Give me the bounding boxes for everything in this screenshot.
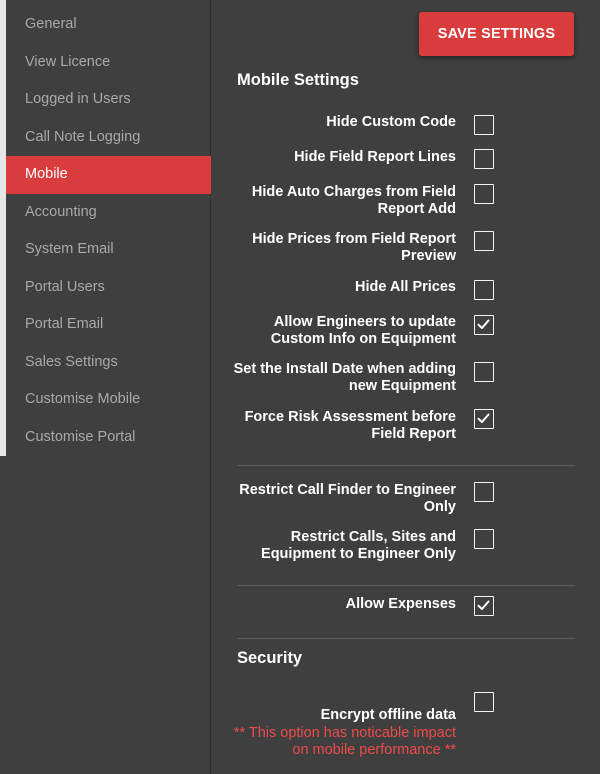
allow-engineers-custom-info-checkbox[interactable] [474,315,494,335]
setting-label: Hide Prices from Field Report Preview [252,231,456,264]
section-divider [237,585,575,586]
sidebar-item-logged-in-users[interactable]: Logged in Users [6,81,211,119]
setting-label: Encrypt offline data [320,707,456,723]
hide-field-report-lines-checkbox[interactable] [474,149,494,169]
settings-sidebar: General View Licence Logged in Users Cal… [0,0,211,774]
hide-custom-code-checkbox[interactable] [474,115,494,135]
section-divider [237,465,575,466]
save-settings-button[interactable]: SAVE SETTINGS [419,12,574,56]
checkmark-icon [477,319,490,329]
hide-all-prices-checkbox[interactable] [474,280,494,300]
settings-main-panel: SAVE SETTINGS Mobile Settings Hide Custo… [212,0,600,774]
force-risk-assessment-checkbox[interactable] [474,409,494,429]
sidebar-item-customise-portal[interactable]: Customise Portal [6,419,211,457]
set-install-date-checkbox[interactable] [474,362,494,382]
sidebar-item-accounting[interactable]: Accounting [6,194,211,232]
section-divider [237,638,575,639]
encrypt-offline-data-checkbox[interactable] [474,692,494,712]
sidebar-list: General View Licence Logged in Users Cal… [6,6,211,456]
sidebar-item-portal-email[interactable]: Portal Email [6,306,211,344]
hide-auto-charges-checkbox[interactable] [474,184,494,204]
setting-label: Hide Auto Charges from Field Report Add [251,184,456,217]
sidebar-item-sales-settings[interactable]: Sales Settings [6,344,211,382]
setting-label: Hide Custom Code [326,114,456,130]
setting-label: Hide All Prices [354,279,456,295]
restrict-calls-sites-checkbox[interactable] [474,529,494,549]
sidebar-item-customise-mobile[interactable]: Customise Mobile [6,381,211,419]
checkmark-icon [477,600,490,610]
sidebar-item-view-licence[interactable]: View Licence [6,44,211,82]
setting-label: Force Risk Assessment before Field Repor… [244,409,456,442]
setting-label: Restrict Call Finder to Engineer Only [239,482,456,515]
checkmark-icon [477,413,490,423]
mobile-settings-title: Mobile Settings [237,71,359,89]
restrict-call-finder-checkbox[interactable] [474,482,494,502]
setting-label: Allow Expenses [345,596,456,612]
allow-expenses-checkbox[interactable] [474,596,494,616]
sidebar-item-general[interactable]: General [6,6,211,44]
setting-label: Set the Install Date when adding new Equ… [233,361,456,394]
security-title: Security [237,649,303,667]
setting-label: Allow Engineers to update Custom Info on… [270,314,456,347]
encrypt-warning-text: ** This option has noticable impact on m… [233,725,456,758]
setting-label: Restrict Calls, Sites and Equipment to E… [261,529,456,562]
hide-prices-preview-checkbox[interactable] [474,231,494,251]
sidebar-item-mobile[interactable]: Mobile [6,156,211,194]
setting-label: Hide Field Report Lines [294,149,456,165]
sidebar-item-system-email[interactable]: System Email [6,231,211,269]
sidebar-item-portal-users[interactable]: Portal Users [6,269,211,307]
sidebar-item-call-note-logging[interactable]: Call Note Logging [6,119,211,157]
